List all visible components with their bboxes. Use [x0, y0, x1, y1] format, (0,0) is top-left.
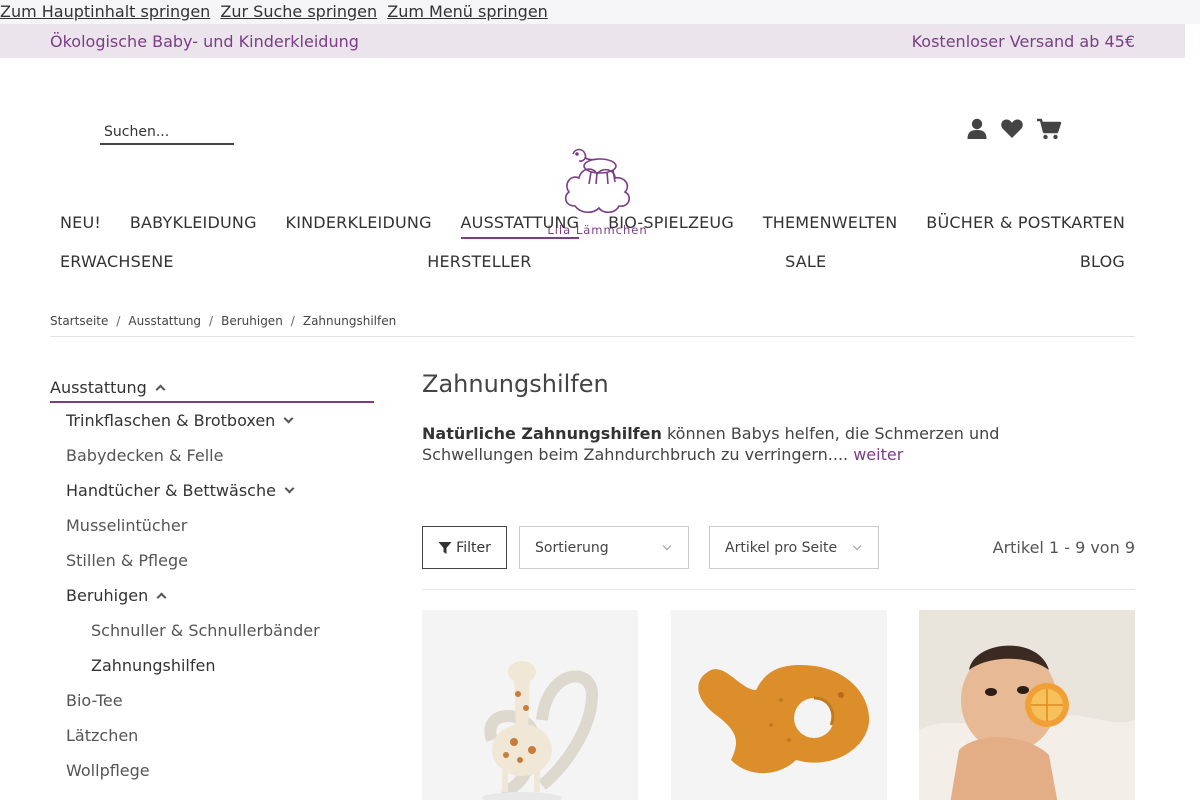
nav-item-neu[interactable]: NEU!	[60, 213, 101, 239]
sidebar-item-musselintuecher[interactable]: Musselintücher	[50, 508, 374, 543]
sort-select[interactable]: Sortierung	[519, 526, 689, 569]
nav-item-babykleidung[interactable]: BABYKLEIDUNG	[130, 213, 257, 239]
sidebar-head-label: Ausstattung	[50, 378, 147, 397]
article-count: Artikel 1 - 9 von 9	[992, 538, 1135, 557]
listing-toolbar: Filter Sortierung Artikel pro Seite Arti…	[422, 526, 1135, 590]
category-intro: Natürliche Zahnungshilfen können Babys h…	[422, 424, 1000, 464]
breadcrumb: Startseite / Ausstattung / Beruhigen / Zahnung…	[50, 314, 1135, 337]
filter-label: Filter	[456, 539, 491, 556]
page-title: Zahnungshilfen	[422, 370, 609, 398]
cart-icon[interactable]	[1036, 118, 1062, 140]
sidebar-item-bio-tee[interactable]: Bio-Tee	[50, 683, 374, 718]
sidebar-item-stillen[interactable]: Stillen & Pflege	[50, 543, 374, 578]
baby-orange-teether-image	[919, 610, 1135, 800]
nav-item-kinderkleidung[interactable]: KINDERKLEIDUNG	[286, 213, 432, 239]
sidebar-list: Trinkflaschen & Brotboxen Babydecken & F…	[50, 403, 374, 788]
topbar-tagline: Ökologische Baby- und Kinderkleidung	[50, 31, 359, 51]
chevron-down-icon	[283, 413, 294, 424]
topbar-shipping: Kostenloser Versand ab 45€	[911, 31, 1135, 51]
sidebar-head[interactable]: Ausstattung	[50, 378, 374, 403]
skip-to-main-link[interactable]: Zum Hauptinhalt springen	[0, 2, 210, 21]
header-icons	[966, 118, 1062, 140]
fish-teether-image	[671, 610, 887, 800]
sidebar-item-laetzchen[interactable]: Lätzchen	[50, 718, 374, 753]
read-more-link[interactable]: weiter	[853, 445, 903, 464]
breadcrumb-startseite[interactable]: Startseite	[50, 314, 108, 328]
chevron-up-icon	[155, 384, 166, 395]
skip-links: Zum Hauptinhalt springen Zur Suche sprin…	[0, 0, 1200, 24]
nav-item-hersteller[interactable]: HERSTELLER	[427, 252, 531, 276]
product-image-fish[interactable]	[671, 610, 887, 800]
chevron-down-icon	[284, 483, 295, 494]
search-input[interactable]: Suchen...	[100, 124, 234, 145]
breadcrumb-ausstattung[interactable]: Ausstattung	[128, 314, 201, 328]
chevron-down-icon	[662, 541, 672, 551]
main-nav: NEU! BABYKLEIDUNG KINDERKLEIDUNG AUSSTAT…	[0, 203, 1185, 303]
per-page-select[interactable]: Artikel pro Seite	[709, 526, 879, 569]
filter-icon	[438, 541, 452, 554]
chevron-up-icon	[156, 592, 167, 603]
header: Suchen... Lila Lämmchen	[0, 58, 1185, 237]
nav-item-sale[interactable]: SALE	[785, 252, 826, 276]
breadcrumb-current: Zahnungshilfen	[302, 314, 397, 328]
user-icon[interactable]	[966, 118, 988, 140]
nav-item-blog[interactable]: BLOG	[1080, 252, 1125, 276]
topbar: Ökologische Baby- und Kinderkleidung Kos…	[0, 24, 1185, 58]
filter-button[interactable]: Filter	[422, 526, 507, 569]
nav-item-buecher-postkarten[interactable]: BÜCHER & POSTKARTEN	[926, 213, 1125, 239]
sidebar-item-schnuller[interactable]: Schnuller & Schnullerbänder	[50, 613, 374, 648]
sidebar-item-zahnungshilfen[interactable]: Zahnungshilfen	[50, 648, 374, 683]
chevron-down-icon	[852, 541, 862, 551]
skip-to-search-link[interactable]: Zur Suche springen	[220, 2, 377, 21]
nav-item-themenwelten[interactable]: THEMENWELTEN	[763, 213, 898, 239]
nav-item-bio-spielzeug[interactable]: BIO-SPIELZEUG	[608, 213, 734, 239]
nav-item-erwachsene[interactable]: ERWACHSENE	[60, 252, 174, 276]
sidebar-item-trinkflaschen[interactable]: Trinkflaschen & Brotboxen	[50, 403, 374, 438]
sidebar-item-beruhigen[interactable]: Beruhigen	[50, 578, 374, 613]
nav-item-ausstattung[interactable]: AUSSTATTUNG	[460, 213, 580, 239]
product-image-baby[interactable]	[919, 610, 1135, 800]
sidebar-item-babydecken[interactable]: Babydecken & Felle	[50, 438, 374, 473]
category-sidebar: Ausstattung Trinkflaschen & Brotboxen Ba…	[50, 378, 374, 788]
sidebar-item-handtuecher[interactable]: Handtücher & Bettwäsche	[50, 473, 374, 508]
skip-to-menu-link[interactable]: Zum Menü springen	[387, 2, 548, 21]
giraffe-teether-image	[422, 610, 638, 800]
heart-icon[interactable]	[1000, 118, 1024, 140]
product-image-giraffe[interactable]	[422, 610, 638, 800]
sidebar-item-wollpflege[interactable]: Wollpflege	[50, 753, 374, 788]
breadcrumb-beruhigen[interactable]: Beruhigen	[221, 314, 283, 328]
main-content: Zahnungshilfen Natürliche Zahnungshilfen…	[422, 370, 1135, 800]
